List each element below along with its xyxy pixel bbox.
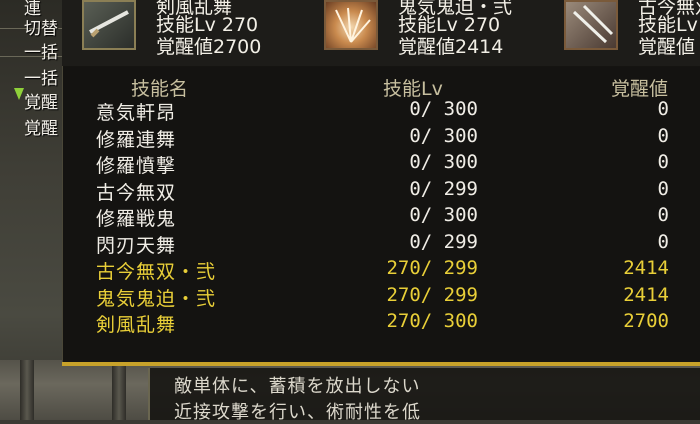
side-menu-item[interactable]: 覚醒: [24, 114, 58, 139]
table-row[interactable]: 修羅戦鬼 0/ 300 0: [63, 204, 700, 231]
skill-name-cell: 古今無双: [96, 181, 177, 204]
skill-name-cell: 修羅憤撃: [96, 155, 177, 177]
skill-name-cell: 鬼気鬼迫・弐: [96, 287, 217, 310]
side-menu: 連 切替 一括 一括 覚醒 覚醒: [0, 0, 62, 420]
awakening-cell: 0: [657, 98, 669, 120]
skill-awakening: 覚醒値2414: [398, 36, 504, 58]
table-row[interactable]: 閃刃天舞 0/ 299 0: [63, 231, 700, 258]
awakening-cell: 0: [657, 204, 669, 226]
skill-level-cell: 0/ 300: [409, 98, 478, 120]
awakening-cell: 0: [657, 124, 669, 147]
blades-icon: [564, 0, 618, 50]
column-header-name[interactable]: 技能名: [131, 74, 188, 101]
awakening-cell: 0: [657, 177, 669, 200]
table-row[interactable]: 古今無双 0/ 299 0: [63, 178, 700, 205]
awakening-cell: 2414: [623, 283, 669, 306]
table-row[interactable]: 古今無双・弐 270/ 299 2414: [63, 257, 700, 284]
column-header-level[interactable]: 技能Lv: [383, 74, 443, 101]
skill-description: 敵単体に、蓄積を放出しない 近接攻撃を行い、術耐性を低: [148, 368, 700, 423]
burst-icon: [324, 0, 378, 50]
skill-level-cell: 0/ 299: [409, 230, 478, 253]
table-row[interactable]: 意気軒昂 0/ 300 0: [63, 98, 700, 125]
selected-skills-strip: 剣風乱舞 技能Lv 270 覚醒値2700 鬼気鬼迫・弐 技能Lv 270 覚醒…: [62, 0, 700, 67]
table-row[interactable]: 鬼気鬼迫・弐 270/ 299 2414: [63, 284, 700, 311]
skill-level-cell: 270/ 299: [386, 257, 478, 279]
awakening-cell: 0: [657, 230, 669, 253]
skill-name-cell: 剣風乱舞: [96, 314, 177, 336]
skill-level-cell: 270/ 300: [386, 310, 478, 332]
side-menu-item-selected[interactable]: 覚醒: [24, 88, 58, 113]
sword-icon: [82, 0, 136, 50]
skill-awakening: 覚醒値: [638, 36, 696, 58]
pillar: [112, 360, 126, 420]
selected-skill-card[interactable]: 鬼気鬼迫・弐 技能Lv 270 覚醒値2414: [324, 0, 564, 66]
skill-name-cell: 修羅戦鬼: [96, 208, 177, 230]
table-row[interactable]: 修羅連舞 0/ 300 0: [63, 125, 700, 152]
table-row[interactable]: 剣風乱舞 270/ 300 2700: [63, 310, 700, 337]
selection-marker-icon: [14, 88, 24, 100]
description-line: 近接攻撃を行い、術耐性を低: [174, 402, 421, 423]
skill-name-cell: 古今無双・弐: [96, 261, 217, 283]
skill-level-cell: 270/ 299: [386, 283, 478, 306]
side-menu-item[interactable]: 一括: [24, 38, 58, 63]
skill-name-cell: 閃刃天舞: [96, 234, 177, 257]
skill-awakening: 覚醒値2700: [156, 36, 262, 58]
pillar: [20, 360, 34, 420]
side-menu-item[interactable]: 一括: [24, 64, 58, 89]
panel-bottom-border: [62, 362, 700, 366]
skill-level-cell: 0/ 300: [409, 124, 478, 147]
skill-name-cell: 修羅連舞: [96, 128, 177, 151]
awakening-cell: 0: [657, 151, 669, 173]
awakening-cell: 2700: [623, 310, 669, 332]
skill-table: 技能名 技能Lv 覚醒値 意気軒昂 0/ 300 0 修羅連舞 0/ 300 0 修羅憤撃 0…: [62, 66, 700, 366]
skill-level-cell: 0/ 300: [409, 204, 478, 226]
skill-level-cell: 0/ 299: [409, 177, 478, 200]
skill-level-cell: 0/ 300: [409, 151, 478, 173]
column-header-awakening[interactable]: 覚醒値: [611, 74, 668, 101]
selected-skill-card[interactable]: 古今無双 技能Lv 覚醒値: [564, 0, 700, 66]
skill-name-cell: 意気軒昂: [96, 102, 177, 124]
side-menu-item[interactable]: 切替: [24, 14, 58, 39]
awakening-cell: 2414: [623, 257, 669, 279]
selected-skill-card[interactable]: 剣風乱舞 技能Lv 270 覚醒値2700: [82, 0, 322, 66]
table-row[interactable]: 修羅憤撃 0/ 300 0: [63, 151, 700, 178]
description-line: 敵単体に、蓄積を放出しない: [174, 376, 421, 397]
